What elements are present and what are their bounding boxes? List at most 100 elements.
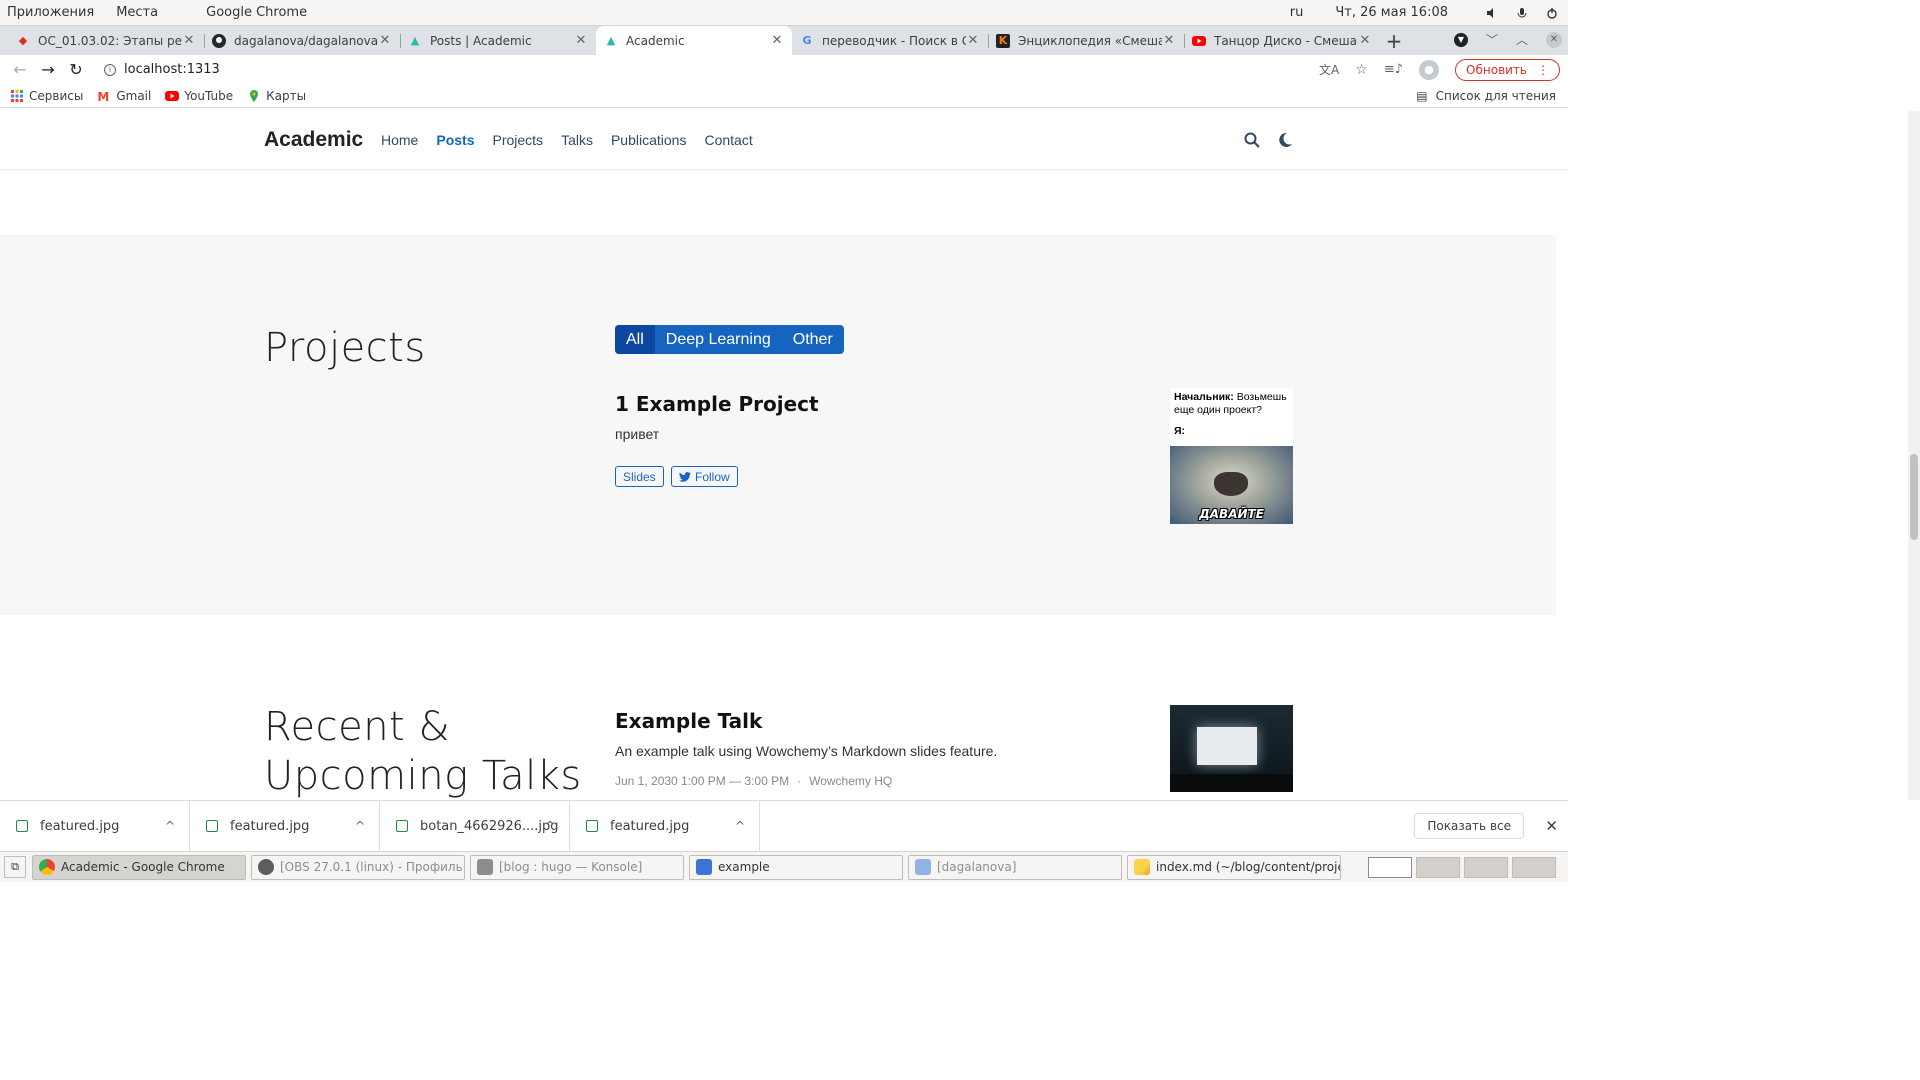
taskbar-dagalanova[interactable]: [dagalanova] — [908, 854, 1122, 880]
obs-icon — [258, 859, 274, 875]
download-item[interactable]: featured.jpg ^ — [570, 800, 760, 852]
keyboard-layout-indicator[interactable]: ru — [1290, 5, 1304, 20]
menu-kebab-icon: ⋮ — [1537, 62, 1549, 77]
nav-posts[interactable]: Posts — [436, 132, 474, 148]
bookmark-apps[interactable]: Сервисы — [10, 89, 83, 103]
close-icon[interactable]: ✕ — [574, 33, 588, 48]
microphone-icon[interactable] — [1516, 7, 1528, 19]
nav-publications[interactable]: Publications — [611, 132, 687, 148]
workspace-4[interactable] — [1512, 856, 1556, 878]
talk-title[interactable]: Example Talk — [615, 709, 762, 733]
filter-deep-learning-button[interactable]: Deep Learning — [655, 325, 782, 354]
taskbar-label: example — [718, 860, 770, 874]
url-text[interactable]: localhost:1313 — [124, 62, 220, 77]
taskbar-chrome[interactable]: Academic - Google Chrome — [32, 854, 246, 880]
close-icon[interactable]: ✕ — [1162, 33, 1176, 48]
filter-all-button[interactable]: All — [615, 325, 655, 354]
follow-button[interactable]: Follow — [671, 466, 738, 487]
search-icon[interactable] — [1244, 132, 1260, 148]
reading-list-button[interactable]: ▤ Список для чтения — [1416, 89, 1556, 103]
show-desktop-icon[interactable]: ⧉ — [4, 856, 26, 878]
tab-posts-academic[interactable]: ▲ Posts | Academic ✕ — [400, 26, 596, 55]
dark-mode-moon-icon[interactable] — [1277, 132, 1293, 148]
bookmark-youtube[interactable]: YouTube — [165, 89, 233, 103]
tab-github[interactable]: dagalanova/dagalanova.githu ✕ — [204, 26, 400, 55]
talk-featured-image[interactable] — [1170, 705, 1293, 792]
applications-menu[interactable]: Приложения — [7, 5, 94, 20]
chevron-up-icon[interactable]: ^ — [355, 819, 365, 833]
active-app-menu[interactable]: Google Chrome — [206, 5, 307, 20]
taskbar-obs[interactable]: [OBS 27.0.1 (linux) - Профиль: Бе... — [251, 854, 465, 880]
chevron-up-icon[interactable]: ^ — [545, 819, 555, 833]
site-brand[interactable]: Academic — [264, 128, 363, 152]
workspace-1[interactable] — [1368, 856, 1412, 878]
bookmark-gmail[interactable]: M Gmail — [97, 89, 151, 104]
workspace-3[interactable] — [1464, 856, 1508, 878]
chevron-up-icon[interactable]: ^ — [735, 819, 745, 833]
address-bar[interactable]: i localhost:1313 — [104, 57, 1319, 83]
chevron-up-icon[interactable]: ^ — [165, 819, 175, 833]
taskbar-konsole[interactable]: [blog : hugo — Konsole] — [470, 854, 684, 880]
bookmark-star-icon[interactable]: ☆ — [1355, 62, 1368, 78]
forward-icon[interactable]: → — [36, 58, 60, 82]
taskbar-label: Academic - Google Chrome — [61, 860, 225, 874]
close-icon[interactable]: ✕ — [770, 33, 784, 48]
translate-icon[interactable]: 文A — [1319, 61, 1339, 78]
page-viewport: Academic Home Posts Projects Talks Publi… — [0, 111, 1568, 800]
workspace-2[interactable] — [1416, 856, 1460, 878]
tab-academic[interactable]: ▲ Academic ✕ — [596, 26, 792, 55]
page-scrollbar[interactable] — [1908, 111, 1920, 800]
volume-icon[interactable] — [1486, 7, 1498, 19]
nav-projects[interactable]: Projects — [492, 132, 543, 148]
download-item[interactable]: featured.jpg ^ — [190, 800, 380, 852]
media-controls-icon[interactable]: ≡♪ — [1384, 62, 1403, 77]
close-icon[interactable]: ✕ — [182, 33, 196, 48]
github-icon — [212, 33, 226, 48]
tab-oc-docs[interactable]: ◆ OC_01.03.02: Этапы реализац ✕ — [8, 26, 204, 55]
reload-icon[interactable]: ↻ — [64, 58, 88, 82]
clock[interactable]: Чт, 26 мая 16:08 — [1335, 5, 1448, 20]
maximize-icon[interactable]: ︿ — [1516, 31, 1528, 48]
image-file-icon — [16, 820, 28, 832]
tab-search-icon[interactable]: ▼ — [1453, 32, 1468, 47]
update-button[interactable]: Обновить ⋮ — [1455, 58, 1560, 81]
download-filename: featured.jpg — [40, 818, 120, 834]
site-info-icon[interactable]: i — [104, 63, 116, 76]
download-item[interactable]: featured.jpg ^ — [0, 800, 190, 852]
project-title[interactable]: 1 Example Project — [615, 392, 819, 416]
bookmark-maps[interactable]: Карты — [247, 89, 306, 103]
nav-home[interactable]: Home — [381, 132, 418, 148]
download-item[interactable]: botan_4662926....jpg ^ — [380, 800, 570, 852]
window-close-icon[interactable]: ✕ — [1546, 31, 1562, 48]
taskbar-editor[interactable]: index.md (~/blog/content/project/... — [1127, 854, 1341, 880]
nav-talks[interactable]: Talks — [561, 132, 593, 148]
close-icon[interactable]: ✕ — [378, 33, 392, 48]
tab-favicon-red-icon: ◆ — [18, 34, 28, 47]
tab-smeshariki-encyclopedia[interactable]: K Энциклопедия «Смешарики» ✕ — [988, 26, 1184, 55]
talk-meta: Jun 1, 2030 1:00 PM — 3:00 PM · Wowchemy… — [615, 774, 892, 788]
talks-heading-line1: Recent & — [264, 704, 451, 750]
new-tab-button[interactable]: + — [1380, 26, 1408, 55]
back-icon[interactable]: ← — [8, 58, 32, 82]
scrollbar-thumb[interactable] — [1910, 454, 1918, 540]
projects-section: Projects All Deep Learning Other 1 Examp… — [0, 235, 1556, 615]
youtube-icon — [165, 90, 180, 101]
project-featured-image[interactable]: Начальник: Возьмешь еще один проект? Я: … — [1170, 388, 1293, 524]
close-downloads-icon[interactable]: ✕ — [1545, 817, 1558, 835]
power-icon[interactable] — [1546, 7, 1558, 19]
project-filter-group: All Deep Learning Other — [615, 325, 844, 354]
minimize-icon[interactable]: ﹀ — [1486, 31, 1498, 48]
nav-contact[interactable]: Contact — [704, 132, 752, 148]
close-icon[interactable]: ✕ — [966, 33, 980, 48]
close-icon[interactable]: ✕ — [1358, 33, 1372, 48]
slides-button[interactable]: Slides — [615, 466, 664, 487]
profile-avatar[interactable]: ● — [1419, 59, 1440, 80]
places-menu[interactable]: Места — [116, 5, 158, 20]
taskbar-example[interactable]: example — [689, 854, 903, 880]
tab-google-search[interactable]: G переводчик - Поиск в Googl ✕ — [792, 26, 988, 55]
tab-title: Энциклопедия «Смешарики» — [1018, 33, 1162, 48]
tab-youtube-disco[interactable]: Танцор Диско - Смешарики ✕ — [1184, 26, 1380, 55]
filter-other-button[interactable]: Other — [782, 325, 844, 354]
gmail-icon: M — [97, 89, 110, 104]
show-all-downloads-button[interactable]: Показать все — [1414, 813, 1524, 839]
